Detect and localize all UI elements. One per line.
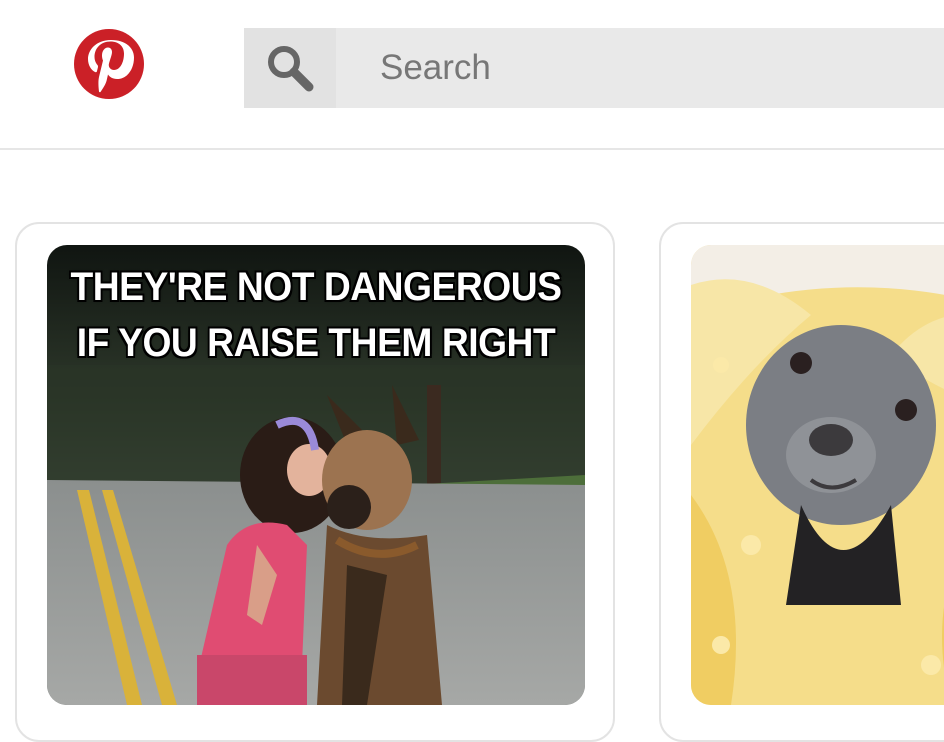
pin-caption-line-2: IF YOU RAISE THEM RIGHT	[76, 321, 556, 365]
search-bar	[244, 28, 944, 108]
pin-image[interactable]	[691, 245, 944, 705]
search-input[interactable]	[336, 28, 944, 108]
pin-image[interactable]: THEY'RE NOT DANGEROUS IF YOU RAISE THEM …	[47, 245, 585, 705]
pin-caption-line-1: THEY'RE NOT DANGEROUS	[70, 265, 562, 309]
top-bar	[0, 0, 944, 150]
pin-card[interactable]: THEY'RE NOT DANGEROUS IF YOU RAISE THEM …	[15, 222, 615, 742]
search-button[interactable]	[244, 28, 336, 108]
pin-card[interactable]	[659, 222, 944, 742]
pinterest-logo-icon[interactable]	[73, 28, 145, 100]
pin-caption: THEY'RE NOT DANGEROUS IF YOU RAISE THEM …	[66, 259, 566, 371]
search-icon	[262, 40, 318, 96]
